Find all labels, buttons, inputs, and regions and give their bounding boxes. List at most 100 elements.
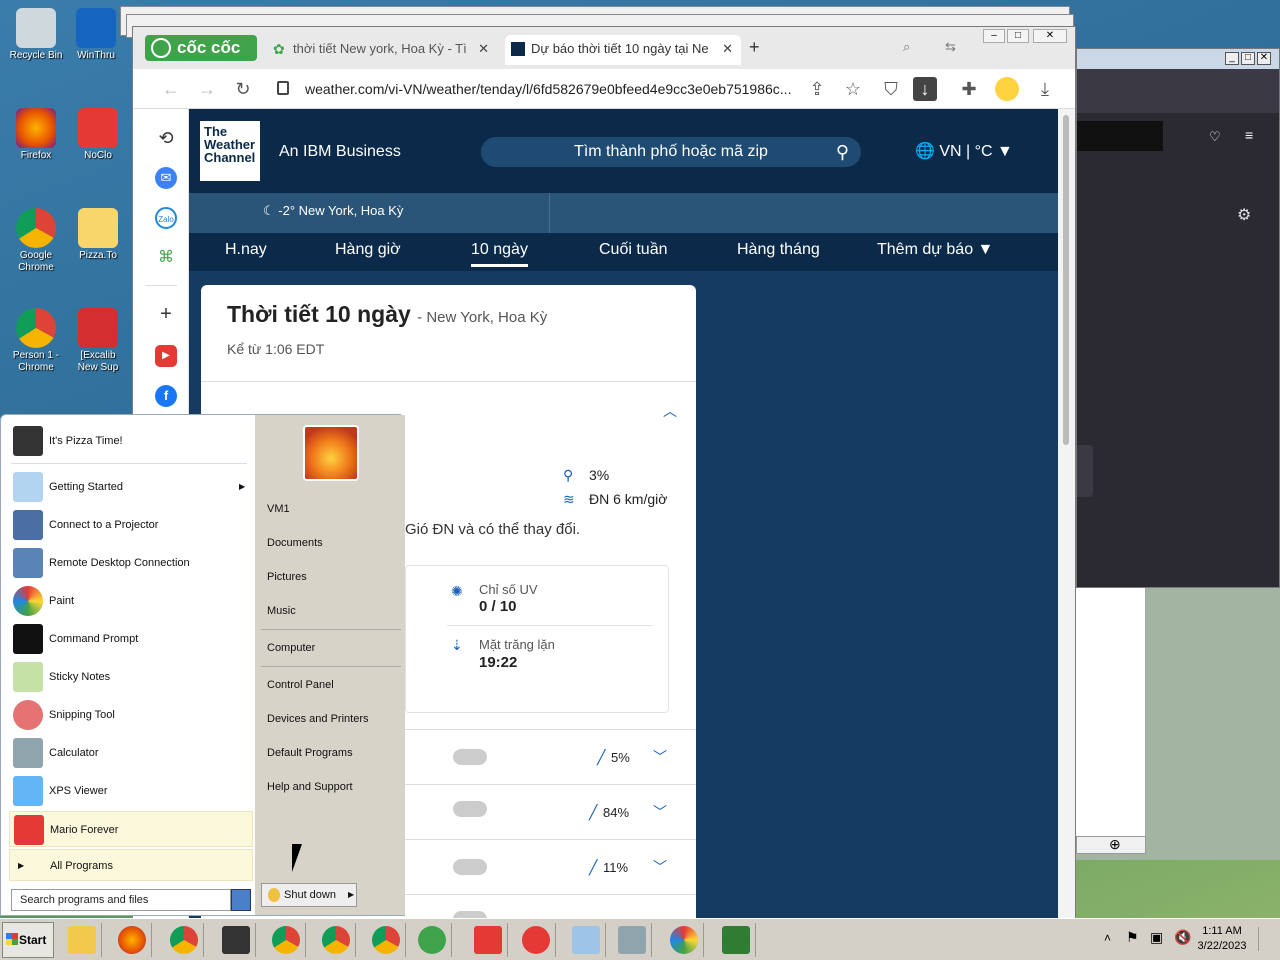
- search-icon[interactable]: ⚲: [836, 137, 849, 167]
- horizontal-scrollbar[interactable]: ⊕: [1076, 836, 1146, 854]
- taskbar-chrome-profile-3[interactable]: [366, 923, 406, 957]
- back-arrow-icon[interactable]: ←: [159, 77, 183, 101]
- locale-selector[interactable]: 🌐 VN | °C ▼: [915, 141, 1013, 161]
- minimize-button[interactable]: –: [983, 29, 1005, 43]
- taskbar-notepad[interactable]: [566, 923, 606, 957]
- person1-chrome-icon[interactable]: Person 1 - Chrome: [6, 308, 66, 374]
- close-window-button[interactable]: ✕: [1033, 29, 1067, 43]
- minimize-button[interactable]: _: [1225, 52, 1239, 65]
- scrollbar-thumb[interactable]: [1063, 115, 1069, 445]
- taskbar-chrome-profile-2[interactable]: [316, 923, 356, 957]
- place-help-support[interactable]: Help and Support: [267, 781, 353, 793]
- current-location-link[interactable]: ☾ -2° New York, Hoa Kỳ: [263, 203, 403, 219]
- shutdown-button[interactable]: Shut down ▶: [261, 883, 357, 907]
- chevron-down-icon[interactable]: ﹀: [653, 857, 667, 877]
- firefox-icon[interactable]: Firefox: [6, 108, 66, 162]
- taskbar-noclose[interactable]: [468, 923, 508, 957]
- start-button[interactable]: Start: [2, 922, 54, 958]
- coccoc-button[interactable]: cốc cốc: [145, 35, 257, 61]
- chevron-up-icon[interactable]: ︿: [663, 401, 677, 421]
- taskbar-calculator[interactable]: [612, 923, 652, 957]
- program-xps-viewer[interactable]: XPS Viewer: [9, 773, 253, 809]
- program-command-prompt[interactable]: Command Prompt: [9, 621, 253, 657]
- share-icon[interactable]: ⇪: [805, 77, 829, 101]
- program-sticky-notes[interactable]: Sticky Notes: [9, 659, 253, 695]
- downloads-icon[interactable]: ⤓: [1033, 77, 1057, 101]
- tab-more-forecasts[interactable]: Thêm dự báo ▼: [877, 241, 993, 259]
- zoom-in-icon[interactable]: ⊕: [1109, 837, 1121, 851]
- taskbar-pizza-tower[interactable]: [216, 923, 256, 957]
- add-icon[interactable]: +: [155, 303, 177, 325]
- tab-search-icon[interactable]: ⌕: [903, 39, 910, 55]
- address-bar[interactable]: weather.com/vi-VN/weather/tenday/l/6fd58…: [305, 73, 845, 105]
- all-programs-button[interactable]: ▶ All Programs: [9, 849, 253, 881]
- program-getting-started[interactable]: Getting Started ▶: [9, 469, 253, 505]
- action-center-flag-icon[interactable]: ⚑: [1126, 929, 1139, 946]
- program-connect-projector[interactable]: Connect to a Projector: [9, 507, 253, 543]
- lock-icon[interactable]: [277, 81, 289, 95]
- tab-10-day-forecast[interactable]: Dự báo thời tiết 10 ngày tại Ne ✕: [505, 35, 741, 65]
- taskbar-coccoc[interactable]: [412, 923, 452, 957]
- forward-arrow-icon[interactable]: →: [195, 77, 219, 101]
- taskbar-chrome[interactable]: [164, 923, 204, 957]
- maximize-button[interactable]: □: [1007, 29, 1029, 43]
- winthru-icon[interactable]: WinThru: [70, 8, 122, 62]
- excalibur-icon[interactable]: [Excalib New Sup: [76, 308, 120, 374]
- adblock-shield-icon[interactable]: ⛉: [879, 77, 903, 101]
- messenger-icon[interactable]: ✉: [155, 167, 177, 189]
- pocket-icon[interactable]: ♡: [1209, 129, 1221, 145]
- taskbar-firefox[interactable]: [112, 923, 152, 957]
- network-icon[interactable]: ▣: [1150, 929, 1163, 946]
- program-snipping-tool[interactable]: Snipping Tool: [9, 697, 253, 733]
- maximize-button[interactable]: □: [1241, 52, 1255, 65]
- youtube-icon[interactable]: ▶: [155, 345, 177, 367]
- program-remote-desktop[interactable]: Remote Desktop Connection: [9, 545, 253, 581]
- pizza-tower-icon[interactable]: Pizza.To: [76, 208, 120, 262]
- tab-monthly[interactable]: Hàng tháng: [737, 241, 820, 259]
- bookmark-star-icon[interactable]: ☆: [841, 77, 865, 101]
- place-control-panel[interactable]: Control Panel: [267, 679, 334, 691]
- zalo-icon[interactable]: Zalo: [155, 207, 177, 229]
- taskbar-chrome-profile[interactable]: [266, 923, 306, 957]
- page-scrollbar[interactable]: [1058, 109, 1075, 919]
- program-paint[interactable]: Paint: [9, 583, 253, 619]
- close-tab-icon[interactable]: ✕: [478, 35, 489, 63]
- new-tab-button[interactable]: +: [749, 37, 760, 58]
- place-default-programs[interactable]: Default Programs: [267, 747, 353, 759]
- place-vm1[interactable]: VM1: [267, 503, 290, 515]
- search-programs-input[interactable]: Search programs and files: [11, 889, 231, 911]
- weather-channel-logo[interactable]: The Weather Channel: [200, 121, 260, 181]
- close-button[interactable]: ✕: [1257, 52, 1271, 65]
- program-its-pizza-time[interactable]: It's Pizza Time!: [9, 423, 253, 459]
- program-calculator[interactable]: Calculator: [9, 735, 253, 771]
- game-controller-icon[interactable]: ⌘: [155, 247, 177, 269]
- restore-tabs-icon[interactable]: ⇆: [945, 39, 956, 55]
- address-field[interactable]: [1077, 121, 1163, 151]
- show-hidden-icons[interactable]: ˄: [1104, 931, 1111, 945]
- user-picture[interactable]: [303, 425, 359, 481]
- tab-weather-search[interactable]: ✿ thời tiết New york, Hoa Kỳ - Tì ✕: [267, 35, 497, 65]
- place-devices-printers[interactable]: Devices and Printers: [267, 713, 369, 725]
- reload-icon[interactable]: ↻: [231, 77, 255, 101]
- taskbar-paint[interactable]: [664, 923, 704, 957]
- history-icon[interactable]: ⟲: [155, 127, 177, 149]
- extensions-icon[interactable]: ✚: [957, 77, 981, 101]
- gear-icon[interactable]: ⚙: [1237, 205, 1251, 225]
- tab-10-day[interactable]: 10 ngày: [471, 241, 528, 267]
- chevron-right-icon[interactable]: ▶: [348, 884, 354, 906]
- search-icon[interactable]: [231, 889, 251, 911]
- show-desktop-button[interactable]: [1258, 927, 1276, 951]
- system-clock[interactable]: 1:11 AM 3/22/2023: [1192, 924, 1252, 954]
- taskbar-remote-desktop[interactable]: [716, 923, 756, 957]
- place-computer[interactable]: Computer: [267, 642, 315, 654]
- taskbar-mario[interactable]: [516, 923, 556, 957]
- google-chrome-icon[interactable]: Google Chrome: [6, 208, 66, 274]
- tab-today[interactable]: H.nay: [225, 241, 267, 259]
- city-search-input[interactable]: Tìm thành phố hoặc mã zip ⚲: [481, 137, 861, 167]
- recycle-bin-icon[interactable]: Recycle Bin: [6, 8, 66, 62]
- taskbar-explorer[interactable]: [62, 923, 102, 957]
- place-documents[interactable]: Documents: [267, 537, 323, 549]
- volume-muted-icon[interactable]: 🔇: [1174, 929, 1191, 946]
- tab-hourly[interactable]: Hàng giờ: [335, 241, 401, 259]
- place-pictures[interactable]: Pictures: [267, 571, 307, 583]
